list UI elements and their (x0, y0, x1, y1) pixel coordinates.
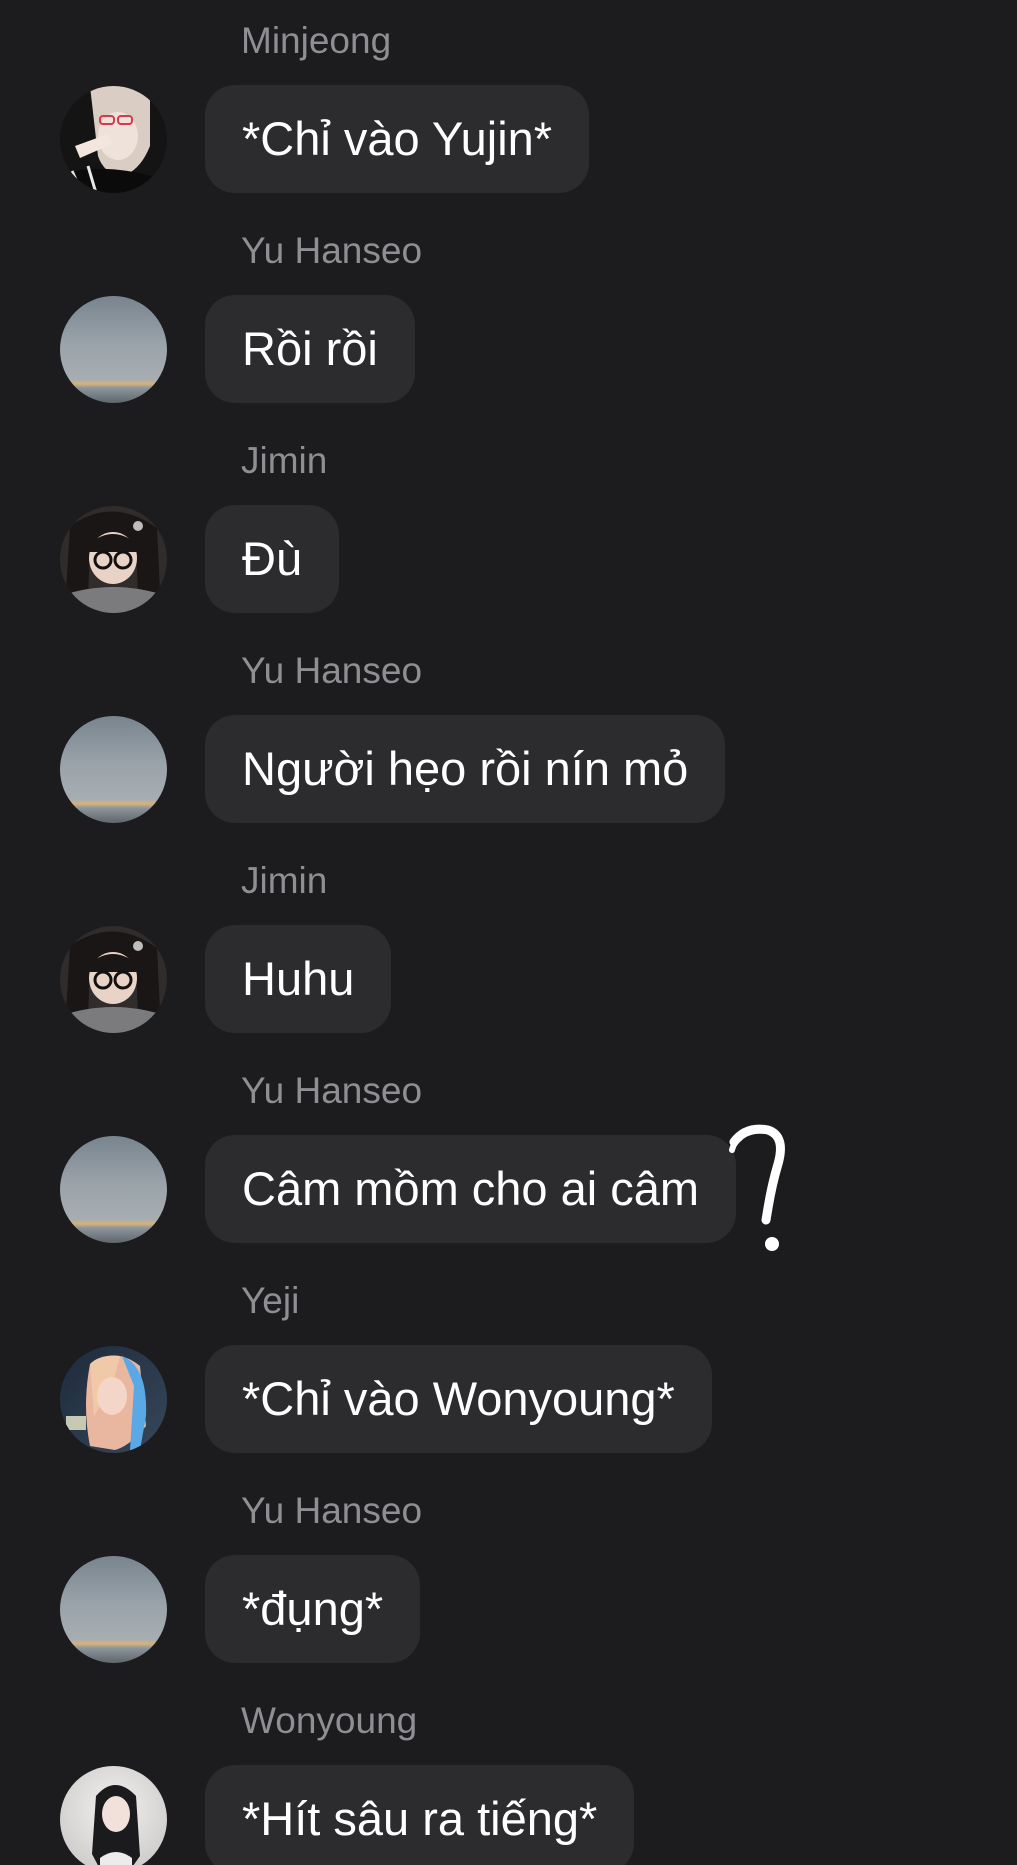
message-row: Jimin Đù (0, 420, 1017, 630)
message-row: Yu Hanseo Rồi rồi (0, 210, 1017, 420)
sender-name: Minjeong (241, 20, 392, 61)
message-bubble[interactable]: *Chỉ vào Wonyoung* (205, 1345, 712, 1453)
message-bubble[interactable]: Huhu (205, 925, 392, 1033)
sender-name: Yu Hanseo (241, 230, 423, 271)
yeji-avatar[interactable] (60, 1346, 167, 1453)
sender-name: Yu Hanseo (241, 1490, 423, 1531)
wonyoung-avatar[interactable] (60, 1766, 167, 1865)
message-bubble[interactable]: *Chỉ vào Yujin* (205, 85, 590, 193)
message-bubble[interactable]: Rồi rồi (205, 295, 415, 403)
jimin-avatar[interactable] (60, 506, 167, 613)
message-row: Yu Hanseo Câm mồm cho ai câm (0, 1050, 1017, 1260)
sender-name: Jimin (241, 860, 328, 901)
sender-name: Yu Hanseo (241, 650, 423, 691)
sky-avatar[interactable] (60, 716, 167, 823)
message-bubble[interactable]: Người hẹo rồi nín mỏ (205, 715, 726, 823)
sky-avatar[interactable] (60, 1556, 167, 1663)
message-row: Minjeong *Chỉ vào Yujin* (0, 0, 1017, 210)
message-bubble[interactable]: Đù (205, 505, 340, 613)
message-row: Yeji *Chỉ vào Wonyoung* (0, 1260, 1017, 1470)
message-row: Wonyoung *Hít sâu ra tiếng* (0, 1680, 1017, 1865)
sky-avatar[interactable] (60, 1136, 167, 1243)
sender-name: Yu Hanseo (241, 1070, 423, 1111)
message-row: Jimin Huhu (0, 840, 1017, 1050)
message-row: Yu Hanseo *đụng* (0, 1470, 1017, 1680)
minjeong-avatar[interactable] (60, 86, 167, 193)
jimin-avatar[interactable] (60, 926, 167, 1033)
message-row: Yu Hanseo Người hẹo rồi nín mỏ (0, 630, 1017, 840)
sender-name: Yeji (241, 1280, 300, 1321)
sky-avatar[interactable] (60, 296, 167, 403)
sender-name: Jimin (241, 440, 328, 481)
message-bubble[interactable]: *đụng* (205, 1555, 421, 1663)
message-bubble[interactable]: *Hít sâu ra tiếng* (205, 1765, 635, 1865)
sender-name: Wonyoung (241, 1700, 418, 1741)
message-bubble[interactable]: Câm mồm cho ai câm (205, 1135, 737, 1243)
handwritten-question-mark-icon (729, 1124, 785, 1251)
